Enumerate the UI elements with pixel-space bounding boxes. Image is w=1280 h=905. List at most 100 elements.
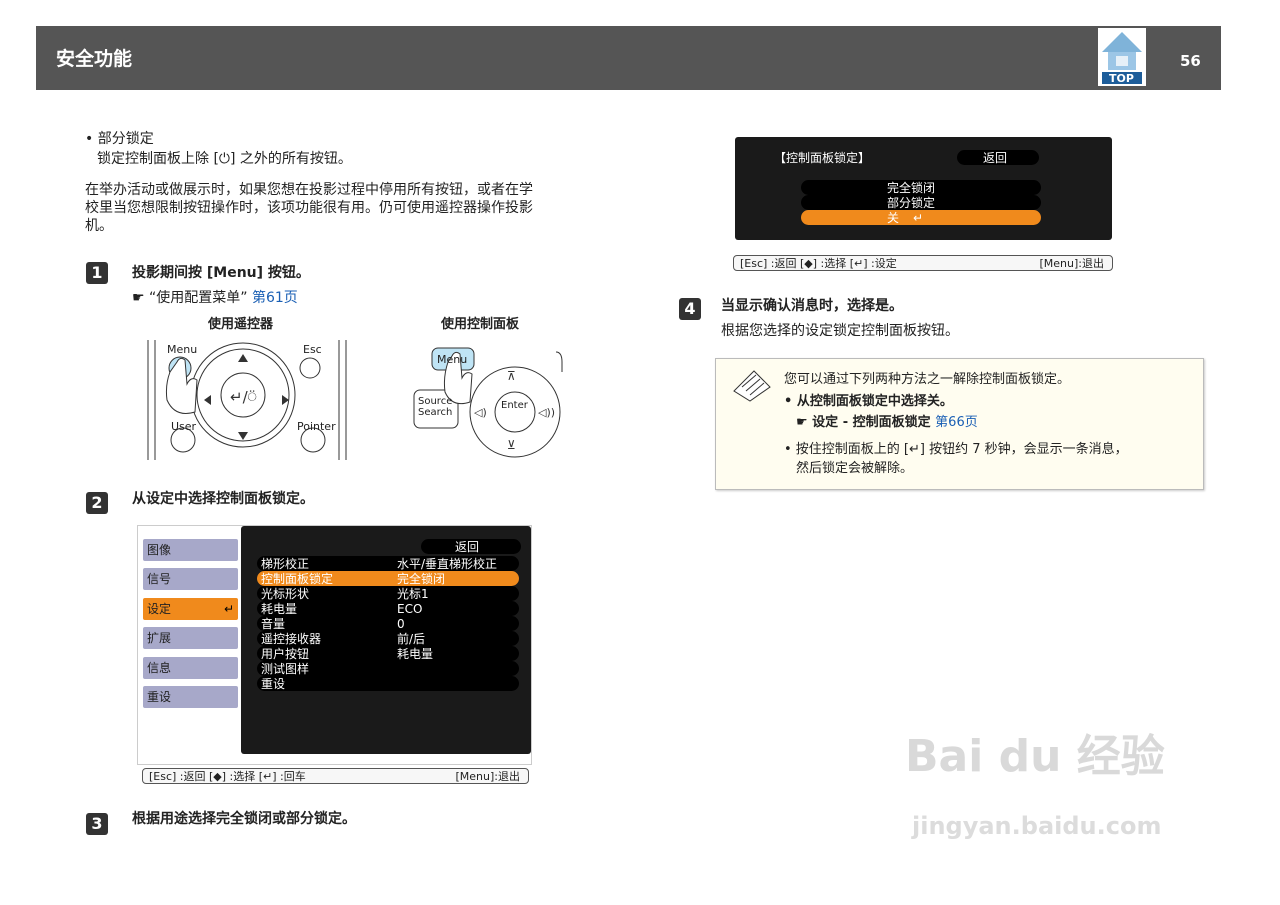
option-full-lock-label: 完全锁闭: [887, 181, 936, 195]
note-page-link[interactable]: 第66页: [935, 415, 978, 430]
option-off[interactable]: 关 ↵: [801, 210, 1041, 225]
svg-text:◁): ◁): [474, 406, 487, 419]
note-bullet-1-ref: ☛ 设定 - 控制面板锁定 第66页: [796, 414, 978, 432]
back-button[interactable]: 返回: [421, 539, 521, 554]
menu-row-value: ECO: [397, 602, 423, 616]
remote-illustration: ↵/⍥ Menu Esc User Pointer: [145, 340, 350, 462]
menu-row-key: 控制面板锁定: [261, 572, 334, 586]
menu-row-key: 用户按钮: [261, 647, 310, 661]
menu-row-key: 梯形校正: [261, 557, 310, 571]
step-2-text: 从设定中选择控制面板锁定。: [132, 491, 314, 507]
option-partial-lock-label: 部分锁定: [887, 196, 936, 210]
option-full-lock[interactable]: 完全锁闭: [801, 180, 1041, 195]
panel-lock-screen: 【控制面板锁定】 返回 完全锁闭 部分锁定 关 ↵: [735, 137, 1112, 240]
page-number: 56: [1180, 52, 1201, 70]
remote-esc-label: Esc: [303, 343, 322, 356]
menu-side-signal[interactable]: 信号: [143, 568, 238, 590]
menu-row[interactable]: 音量 0: [257, 616, 519, 631]
lock-back-button[interactable]: 返回: [957, 150, 1039, 165]
enter-icon: ↵: [913, 211, 924, 225]
remote-caption: 使用遥控器: [208, 317, 274, 332]
svg-text:⊼: ⊼: [507, 369, 516, 383]
ref-text: ☛ “使用配置菜单”: [132, 290, 248, 306]
panel-caption: 使用控制面板: [441, 317, 520, 332]
menu-row-value: 耗电量: [397, 647, 434, 661]
menu-side-info[interactable]: 信息: [143, 657, 238, 679]
svg-text:↵/⍥: ↵/⍥: [230, 388, 257, 406]
remote-menu-label: Menu: [167, 343, 198, 356]
menu-row-key: 耗电量: [261, 602, 298, 616]
top-link-icon[interactable]: TOP: [1098, 28, 1146, 86]
menu-row[interactable]: 测试图样: [257, 661, 519, 676]
note-pencil-icon: [730, 367, 774, 407]
note-title: 您可以通过下列两种方法之一解除控制面板锁定。: [784, 372, 1071, 387]
lock-status-left: [Esc] :返回 [◆] :选择 [↵] :设定: [740, 257, 897, 270]
step-4-text: 当显示确认消息时，选择是。: [721, 298, 903, 314]
note-ref-text: ☛ 设定 - 控制面板锁定: [796, 415, 931, 430]
menu-row[interactable]: 耗电量 ECO: [257, 601, 519, 616]
menu-row-value: 光标1: [397, 587, 429, 601]
step-3-text: 根据用途选择完全锁闭或部分锁定。: [132, 811, 356, 827]
page-link[interactable]: 第61页: [252, 290, 298, 306]
menu-side-image[interactable]: 图像: [143, 539, 238, 561]
menu-row-key: 光标形状: [261, 587, 310, 601]
page-header: [36, 26, 1221, 90]
para-line-1: 在举办活动或做展示时，如果您想在投影过程中停用所有按钮，或者在学: [85, 182, 533, 198]
remote-user-label: User: [171, 420, 197, 433]
menu-side-reset[interactable]: 重设: [143, 686, 238, 708]
menu-row[interactable]: 用户按钮 耗电量: [257, 646, 519, 661]
lock-back-label: 返回: [983, 151, 1008, 165]
menu-row[interactable]: 遥控接收器 前/后: [257, 631, 519, 646]
watermark-url: jingyan.baidu.com: [912, 812, 1162, 840]
menu-row[interactable]: 梯形校正 水平/垂直梯形校正: [257, 556, 519, 571]
status-left: [Esc] :返回 [◆] :选择 [↵] :回车: [149, 770, 306, 783]
step-1-ref: ☛ “使用配置菜单” 第61页: [132, 289, 298, 307]
menu-row-key: 音量: [261, 617, 286, 631]
lock-status-right: [Menu]:退出: [1039, 257, 1105, 270]
step-2-badge: 2: [86, 492, 108, 514]
menu-row-key: 遥控接收器: [261, 632, 322, 646]
menu-row[interactable]: 光标形状 光标1: [257, 586, 519, 601]
step-1-text: 投影期间按 [Menu] 按钮。: [132, 265, 310, 281]
menu-row[interactable]: 重设: [257, 676, 519, 691]
lock-status-bar: [Esc] :返回 [◆] :选择 [↵] :设定 [Menu]:退出: [733, 255, 1113, 271]
menu-side-settings-label: 设定: [147, 602, 172, 616]
menu-row[interactable]: 控制面板锁定 完全锁闭: [257, 571, 519, 586]
top-badge-label: TOP: [1109, 72, 1134, 85]
note-box: 您可以通过下列两种方法之一解除控制面板锁定。 • 从控制面板锁定中选择关。 ☛ …: [715, 358, 1204, 490]
menu-status-bar: [Esc] :返回 [◆] :选择 [↵] :回车 [Menu]:退出: [142, 768, 529, 784]
para-line-3: 机。: [85, 218, 113, 234]
panel-source-label: Source Search: [418, 396, 453, 418]
panel-enter-label: Enter: [501, 400, 528, 411]
step-4-desc: 根据您选择的设定锁定控制面板按钮。: [721, 323, 959, 339]
menu-row-value: 0: [397, 617, 405, 631]
control-panel-illustration: ⊼ ⊻ ◁) ◁)) Menu Source Search Enter: [410, 342, 570, 462]
menu-row-key: 测试图样: [261, 662, 310, 676]
status-right: [Menu]:退出: [455, 770, 521, 783]
bullet-partial-lock: • 部分锁定: [85, 131, 154, 147]
svg-text:⊻: ⊻: [507, 438, 516, 452]
menu-panel: 返回 梯形校正 水平/垂直梯形校正 控制面板锁定 完全锁闭 光标形状 光标1 耗电量 ECO 音…: [241, 526, 531, 754]
enter-icon: ↵: [223, 602, 234, 616]
lock-title: 【控制面板锁定】: [774, 151, 871, 165]
note-bullet-2-line-1: • 按住控制面板上的 [↵] 按钮约 7 秒钟，会显示一条消息，: [784, 442, 1128, 457]
watermark-brand: Bai du 经验: [905, 731, 1165, 782]
menu-row-value: 前/后: [397, 632, 426, 646]
option-off-label: 关: [887, 211, 900, 225]
svg-text:◁)): ◁)): [538, 406, 555, 419]
step-1-badge: 1: [86, 262, 108, 284]
option-partial-lock[interactable]: 部分锁定: [801, 195, 1041, 210]
step-4-badge: 4: [679, 298, 701, 320]
para-line-2: 校里当您想限制按钮操作时，该项功能很有用。仍可使用遥控器操作投影: [85, 200, 533, 216]
menu-row-value: 水平/垂直梯形校正: [397, 557, 498, 571]
remote-pointer-label: Pointer: [297, 420, 336, 433]
note-bullet-2-line-2: 然后锁定会被解除。: [796, 461, 914, 476]
bullet-desc: 锁定控制面板上除 [⏻] 之外的所有按钮。: [97, 151, 352, 167]
menu-side-extended[interactable]: 扩展: [143, 627, 238, 649]
page-title: 安全功能: [56, 48, 133, 70]
back-label: 返回: [455, 540, 480, 554]
menu-side-settings[interactable]: 设定 ↵: [143, 598, 238, 620]
menu-row-value: 完全锁闭: [397, 572, 446, 586]
config-menu-screen: 图像 信号 设定 ↵ 扩展 信息 重设 返回 梯形校正 水平/垂直梯形校正 控制面板…: [137, 525, 532, 765]
menu-row-key: 重设: [261, 677, 286, 691]
